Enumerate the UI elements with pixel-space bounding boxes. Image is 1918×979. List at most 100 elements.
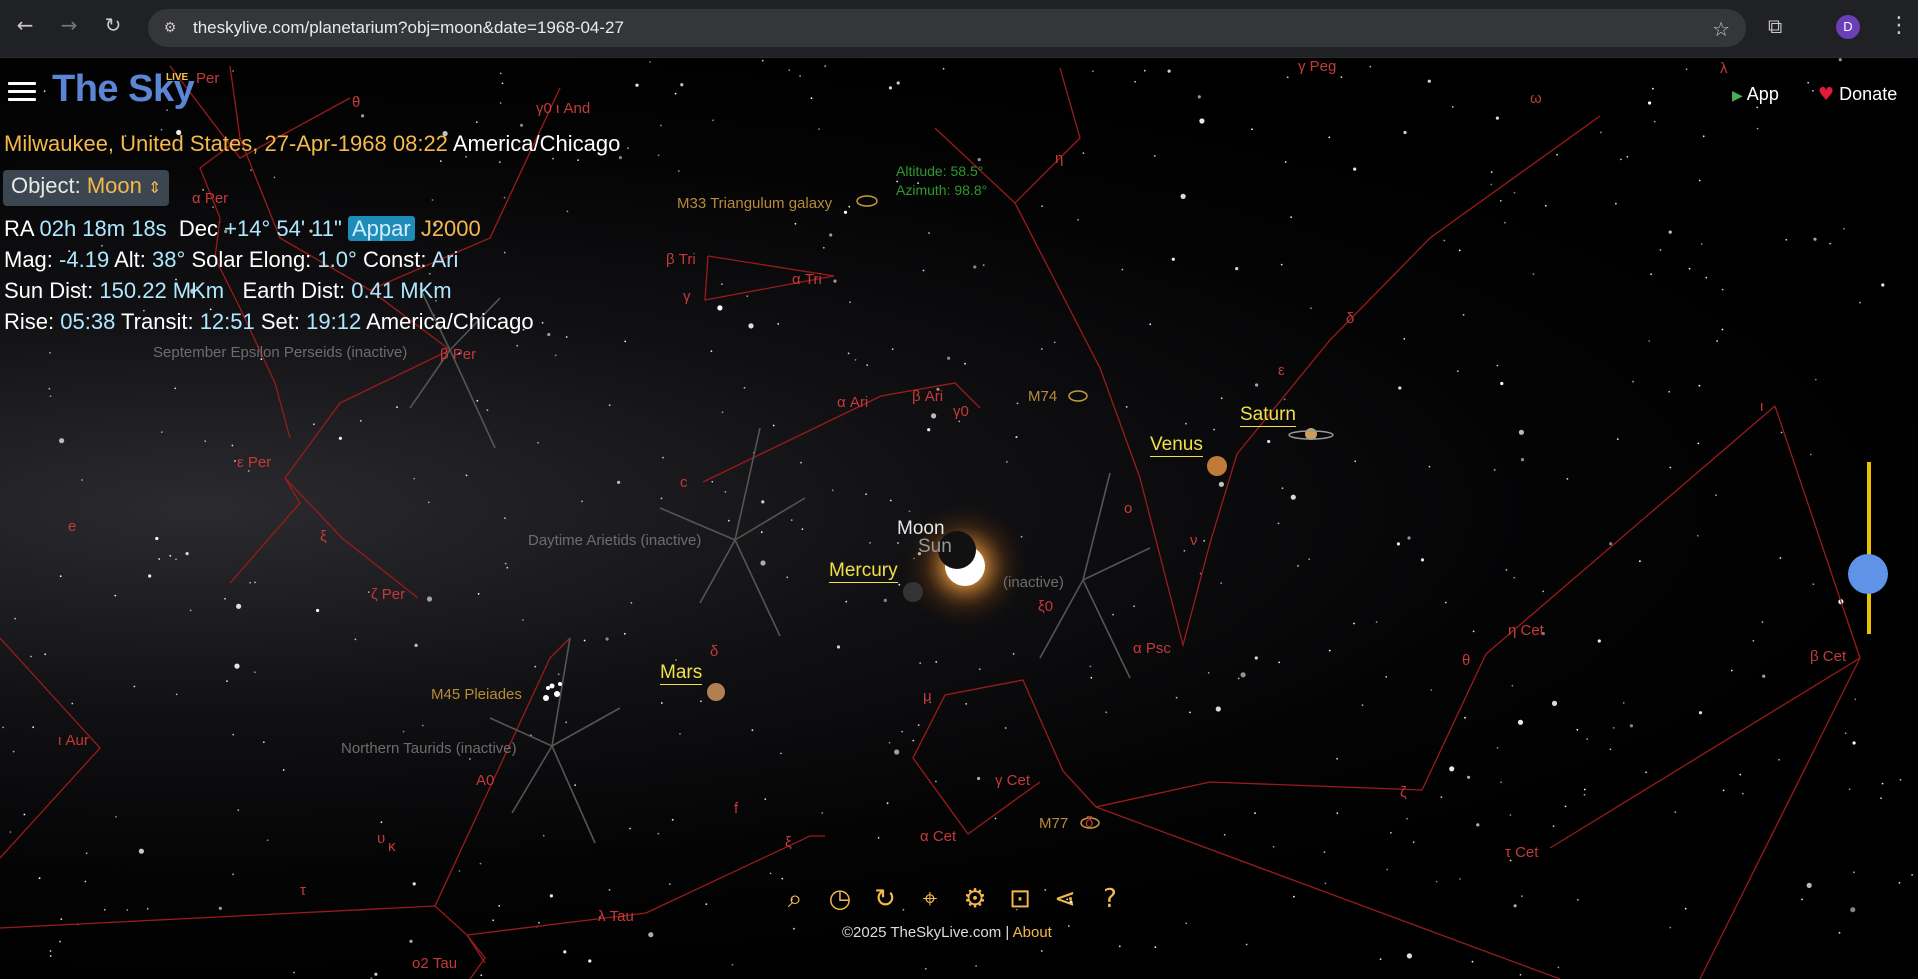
star-label[interactable]: ξ0: [1038, 598, 1053, 615]
star-label[interactable]: θ: [352, 94, 360, 111]
chevron-updown-icon[interactable]: ⇕: [148, 178, 161, 197]
star: [114, 594, 117, 597]
m33-label[interactable]: M33 Triangulum galaxy: [677, 195, 832, 212]
mars-disk[interactable]: [707, 683, 725, 701]
mars-label[interactable]: Mars: [660, 662, 703, 685]
zoom-slider-track[interactable]: [1867, 462, 1871, 634]
star-label[interactable]: ε Per: [237, 454, 271, 471]
time-travel-icon[interactable]: ↻: [870, 884, 900, 914]
star-label[interactable]: β Per: [440, 346, 476, 363]
star-label[interactable]: ν: [1190, 532, 1198, 549]
share-icon[interactable]: ⋖: [1050, 884, 1080, 914]
star-label[interactable]: ζ: [1400, 784, 1407, 801]
venus-label[interactable]: Venus: [1150, 434, 1203, 457]
search-icon[interactable]: ⌕: [780, 884, 810, 914]
location-line[interactable]: Milwaukee, United States, 27-Apr-1968 08…: [4, 131, 620, 157]
gear-icon[interactable]: ⚙: [960, 884, 990, 914]
help-icon[interactable]: ?: [1095, 884, 1125, 914]
star-label[interactable]: ω: [1530, 90, 1542, 107]
star-icon[interactable]: ☆: [1712, 17, 1730, 41]
star-label[interactable]: ξ: [320, 528, 327, 545]
reload-icon[interactable]: ↻: [102, 14, 124, 36]
star-label[interactable]: υ: [377, 830, 385, 847]
star-label[interactable]: ε: [1278, 362, 1285, 379]
star-label[interactable]: η: [1055, 150, 1063, 167]
clock-icon[interactable]: ◷: [825, 884, 855, 914]
star-label[interactable]: α Ari: [837, 394, 868, 411]
star-label[interactable]: β Ari: [912, 388, 943, 405]
inactive-shower-label[interactable]: (inactive): [1003, 574, 1064, 591]
daytime-arietids-label[interactable]: Daytime Arietids (inactive): [528, 532, 701, 549]
star-label[interactable]: ο: [1124, 500, 1132, 517]
site-info-icon[interactable]: ⚙: [160, 18, 180, 38]
apparent-toggle[interactable]: Appar: [347, 216, 415, 241]
star-label[interactable]: ζ Per: [371, 586, 405, 603]
object-selector[interactable]: Object: Moon ⇕: [3, 170, 170, 206]
star-label[interactable]: ξ: [785, 834, 792, 851]
star-label[interactable]: γ Peg: [1298, 58, 1336, 75]
m45-label[interactable]: M45 Pleiades: [431, 686, 522, 703]
saturn-label[interactable]: Saturn: [1240, 404, 1296, 427]
star-label[interactable]: f: [734, 800, 738, 817]
mercury-label[interactable]: Mercury: [829, 560, 898, 583]
mag-value: -4.19: [59, 247, 110, 272]
star-label[interactable]: δ: [710, 643, 718, 660]
zoom-slider-knob[interactable]: [1848, 554, 1888, 594]
profile-avatar[interactable]: D: [1836, 15, 1860, 39]
app-link[interactable]: ▶ App: [1732, 84, 1779, 105]
star-label[interactable]: δ: [1085, 814, 1093, 831]
star-label[interactable]: γ Cet: [995, 772, 1030, 789]
address-bar[interactable]: ⚙ theskylive.com/planetarium?obj=moon&da…: [148, 9, 1746, 47]
star-label[interactable]: α Per: [192, 190, 228, 207]
m74-label[interactable]: M74: [1028, 388, 1057, 405]
star-label[interactable]: μ: [923, 688, 932, 705]
hamburger-menu-icon[interactable]: [8, 82, 36, 102]
star-label[interactable]: α Tri: [792, 271, 822, 288]
star-label[interactable]: Per: [196, 70, 219, 87]
star-label[interactable]: A0: [476, 772, 494, 789]
location-date[interactable]: Milwaukee, United States, 27-Apr-1968 08…: [4, 131, 448, 156]
camera-icon[interactable]: ⊡: [1005, 884, 1035, 914]
venus-disk[interactable]: [1207, 456, 1227, 476]
star-label[interactable]: κ: [388, 838, 396, 855]
mercury-disk[interactable]: [903, 582, 923, 602]
star: [721, 411, 724, 414]
northern-taurids-label[interactable]: Northern Taurids (inactive): [341, 740, 517, 757]
const-value[interactable]: Ari: [431, 247, 458, 272]
star-label[interactable]: θ: [1462, 652, 1470, 669]
kebab-menu-icon[interactable]: ⋮: [1888, 13, 1910, 38]
object-value[interactable]: Moon: [87, 173, 142, 198]
back-arrow-icon[interactable]: ←: [14, 14, 36, 36]
j2000-toggle[interactable]: J2000: [421, 216, 481, 241]
donate-link[interactable]: ♥ Donate: [1818, 84, 1897, 105]
star-label[interactable]: γ0 ι And: [536, 100, 590, 117]
star-label[interactable]: c: [680, 474, 688, 491]
star-label[interactable]: η Cet: [1508, 622, 1544, 639]
star-label[interactable]: λ Tau: [598, 908, 634, 925]
location-pin-icon[interactable]: ⌖: [915, 884, 945, 914]
forward-arrow-icon[interactable]: →: [58, 14, 80, 36]
star-label[interactable]: α Cet: [920, 828, 956, 845]
star: [1616, 438, 1619, 440]
sept-epsilon-perseids-label[interactable]: September Epsilon Perseids (inactive): [153, 344, 407, 361]
sun-label[interactable]: Sun: [918, 536, 952, 558]
m77-label[interactable]: M77: [1039, 815, 1068, 832]
star-label[interactable]: β Tri: [666, 251, 696, 268]
star-label[interactable]: τ Cet: [1505, 844, 1538, 861]
star-label[interactable]: δ: [1346, 310, 1354, 327]
star-label[interactable]: β Cet: [1810, 648, 1846, 665]
about-link[interactable]: About: [1013, 924, 1052, 941]
star-label[interactable]: ι Aur: [58, 732, 89, 749]
star: [1652, 87, 1654, 90]
planetarium-canvas[interactable]: The Sky LIVE ▶ App ♥ Donate Milwaukee, U…: [0, 58, 1918, 979]
star-label[interactable]: e: [68, 518, 76, 535]
star-label[interactable]: ο2 Tau: [412, 955, 457, 972]
star-label[interactable]: γ0: [953, 403, 969, 420]
star-label[interactable]: ι: [1760, 398, 1763, 415]
puzzle-icon[interactable]: ⧉: [1768, 15, 1790, 37]
star-label[interactable]: τ: [300, 882, 306, 899]
star-label[interactable]: γ: [683, 288, 691, 305]
star-label[interactable]: α Psc: [1133, 640, 1171, 657]
url-text[interactable]: theskylive.com/planetarium?obj=moon&date…: [193, 18, 624, 38]
star-label[interactable]: λ: [1720, 60, 1728, 77]
